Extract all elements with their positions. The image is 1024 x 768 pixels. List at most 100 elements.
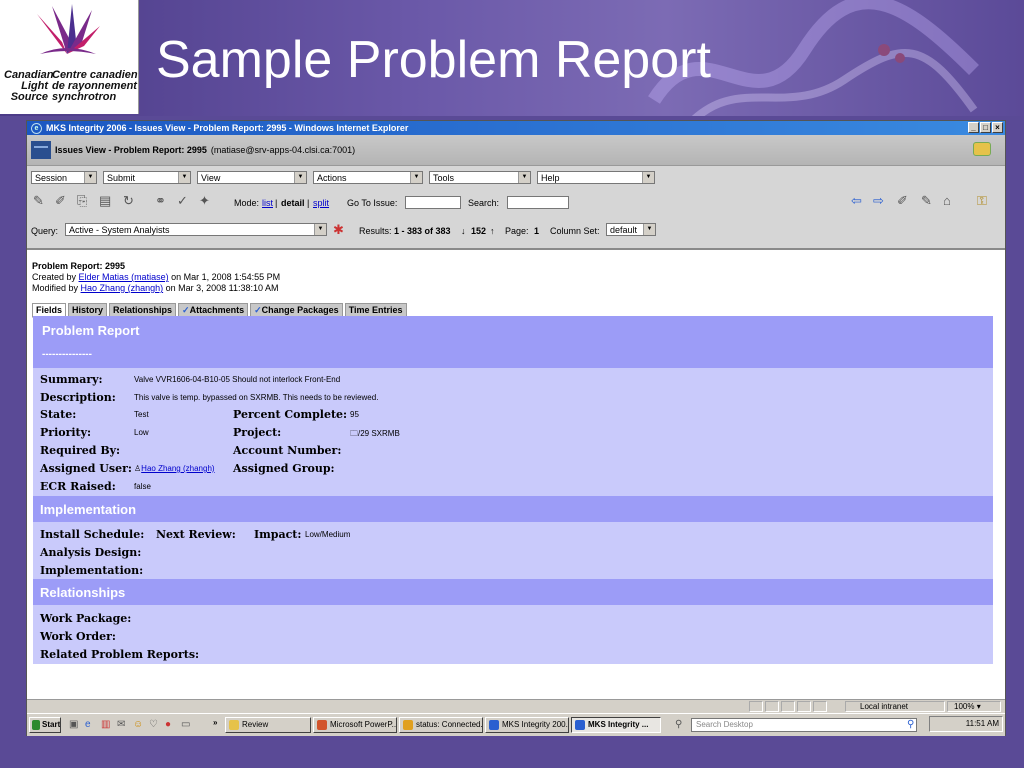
next-review-label: Next Review: (156, 528, 236, 541)
search-input[interactable] (507, 196, 569, 209)
section-divider: --------------- (42, 349, 92, 360)
taskbar-item-status-label: status: Connected... (416, 720, 483, 729)
results-range: 1 - 383 of 383 (394, 226, 451, 236)
next-arrow-icon[interactable]: ⇨ (873, 194, 889, 208)
quicklaunch-app-icon[interactable]: ▥ (101, 718, 117, 732)
modified-by-link[interactable]: Hao Zhang (zhangh) (81, 283, 164, 293)
quicklaunch-ie-icon[interactable]: e (85, 718, 101, 732)
checkmark-icon: ✓ (182, 305, 190, 315)
goto-issue-input[interactable] (405, 196, 461, 209)
chevron-down-icon: ▼ (410, 172, 422, 183)
quicklaunch-window-icon[interactable]: ▭ (181, 718, 197, 732)
impact-value: Low/Medium (305, 530, 351, 539)
description-label: Description: (40, 391, 116, 404)
search-go-icon[interactable]: ⚲ (907, 718, 923, 732)
mode-detail-current: detail (281, 198, 305, 208)
edit-issue-icon[interactable]: ✐ (55, 194, 71, 208)
project-label: Project: (233, 426, 282, 439)
quicklaunch-media-icon[interactable]: ● (165, 718, 181, 732)
issue-detail: Problem Report: 2995 Created by Elder Ma… (27, 259, 1005, 699)
chevron-down-icon: ▼ (642, 172, 654, 183)
relationships-icon[interactable]: ⚭ (155, 194, 171, 208)
previous-arrow-icon[interactable]: ⇦ (851, 194, 867, 208)
logo-text-en: Canadian Light Source (4, 69, 54, 103)
intranet-zone-label: Local intranet (860, 702, 909, 711)
charts-icon[interactable]: ✦ (199, 194, 215, 208)
taskbar-item-status[interactable]: status: Connected... (399, 717, 483, 733)
system-tray: 11:51 AM (929, 716, 1003, 732)
mode-separator-2: | (307, 198, 310, 208)
find-icon[interactable]: ✐ (897, 194, 913, 208)
sort-up-icon[interactable]: ↑ (490, 226, 495, 236)
tab-attachments-label: Attachments (189, 305, 245, 315)
chevron-down-icon: ▼ (314, 224, 326, 235)
desktop-search-placeholder: Search Desktop (696, 720, 753, 729)
quicklaunch-desktop-icon[interactable]: ▣ (69, 718, 85, 732)
column-set-select[interactable]: default ▼ (606, 223, 656, 236)
assigned-user-label: Assigned User: (40, 462, 132, 475)
create-issue-icon[interactable]: ✎ (33, 194, 49, 208)
home-icon[interactable]: ⌂ (943, 194, 959, 208)
security-zone: Local intranet (845, 701, 945, 712)
assigned-group-label: Assigned Group: (233, 462, 335, 475)
taskbar-item-mks-2[interactable]: MKS Integrity ... (571, 717, 661, 733)
modified-prefix: Modified by (32, 283, 79, 293)
taskbar-item-review[interactable]: Review (225, 717, 311, 733)
menu-view[interactable]: View ▼ (197, 171, 307, 184)
edit-query-icon[interactable]: ✎ (921, 194, 937, 208)
zoom-control[interactable]: 100% ▾ (947, 701, 1001, 712)
help-icon[interactable] (973, 142, 991, 156)
priority-value: Low (134, 428, 149, 437)
start-button[interactable]: Start (29, 717, 61, 733)
clock[interactable]: 11:51 AM (966, 719, 999, 728)
window-controls: _ □ × (968, 122, 1003, 133)
status-cell (749, 701, 763, 712)
taskbar-item-mks-2-label: MKS Integrity ... (588, 720, 649, 729)
taskbar-item-mks-1[interactable]: MKS Integrity 200... (485, 717, 569, 733)
assigned-user-link[interactable]: Hao Zhang (zhangh) (141, 464, 214, 473)
desktop-search-icon[interactable]: ⚲ (675, 718, 691, 732)
taskbar-item-powerpoint[interactable]: Microsoft PowerP... (313, 717, 397, 733)
refresh-icon[interactable]: ↻ (123, 194, 139, 208)
section-implementation: Implementation (33, 496, 993, 522)
menu-bar: Session ▼ Submit ▼ View ▼ Actions ▼ Tools ▼ H… (31, 171, 661, 184)
maximize-button[interactable]: □ (980, 122, 991, 133)
quicklaunch-outlook-icon[interactable]: ✉ (117, 718, 133, 732)
close-button[interactable]: × (992, 122, 1003, 133)
work-order-label: Work Order: (40, 630, 116, 643)
checkmark-icon: ✓ (254, 305, 262, 315)
mode-split-link[interactable]: split (313, 198, 329, 208)
menu-actions[interactable]: Actions ▼ (313, 171, 423, 184)
section-problem-report-title: Problem Report (42, 323, 140, 338)
desktop-search-input[interactable]: Search Desktop (691, 718, 917, 732)
query-select[interactable]: Active - System Analyists ▼ (65, 223, 327, 236)
created-prefix: Created by (32, 272, 77, 282)
copy-issue-icon[interactable]: ⎘ (77, 194, 93, 208)
quicklaunch-messenger-icon[interactable]: ☺ (133, 718, 149, 732)
modified-date: on Mar 3, 2008 11:38:10 AM (165, 283, 279, 293)
quicklaunch-chevron[interactable]: » (213, 718, 217, 727)
quicklaunch-heart-icon[interactable]: ♡ (149, 718, 165, 732)
sort-down-icon[interactable]: ↓ (461, 226, 466, 236)
cls-logo-mark (37, 4, 100, 54)
folder-icon (229, 720, 239, 730)
window-titlebar[interactable]: e MKS Integrity 2006 - Issues View - Pro… (27, 121, 1005, 135)
status-cell (797, 701, 811, 712)
visit-icon[interactable]: ✓ (177, 194, 193, 208)
minimize-button[interactable]: _ (968, 122, 979, 133)
mode-list-link[interactable]: list (262, 198, 273, 208)
chevron-down-icon: ▼ (178, 172, 190, 183)
menu-tools[interactable]: Tools ▼ (429, 171, 531, 184)
menu-help[interactable]: Help ▼ (537, 171, 655, 184)
fields-panel: Problem Report --------------- Summary: … (33, 316, 993, 664)
created-by-link[interactable]: Elder Matias (matiase) (79, 272, 169, 282)
install-schedule-label: Install Schedule: (40, 528, 145, 541)
menu-submit[interactable]: Submit ▼ (103, 171, 191, 184)
query-filter-icon[interactable]: ✱ (333, 223, 349, 237)
menu-session[interactable]: Session ▼ (31, 171, 97, 184)
print-icon[interactable]: ▤ (99, 194, 115, 208)
page-number: 1 (534, 226, 540, 236)
key-icon[interactable]: ⚿ (977, 194, 993, 208)
server-info: (matiase@srv-apps-04.clsi.ca:7001) (210, 145, 356, 155)
status-icon (403, 720, 413, 730)
